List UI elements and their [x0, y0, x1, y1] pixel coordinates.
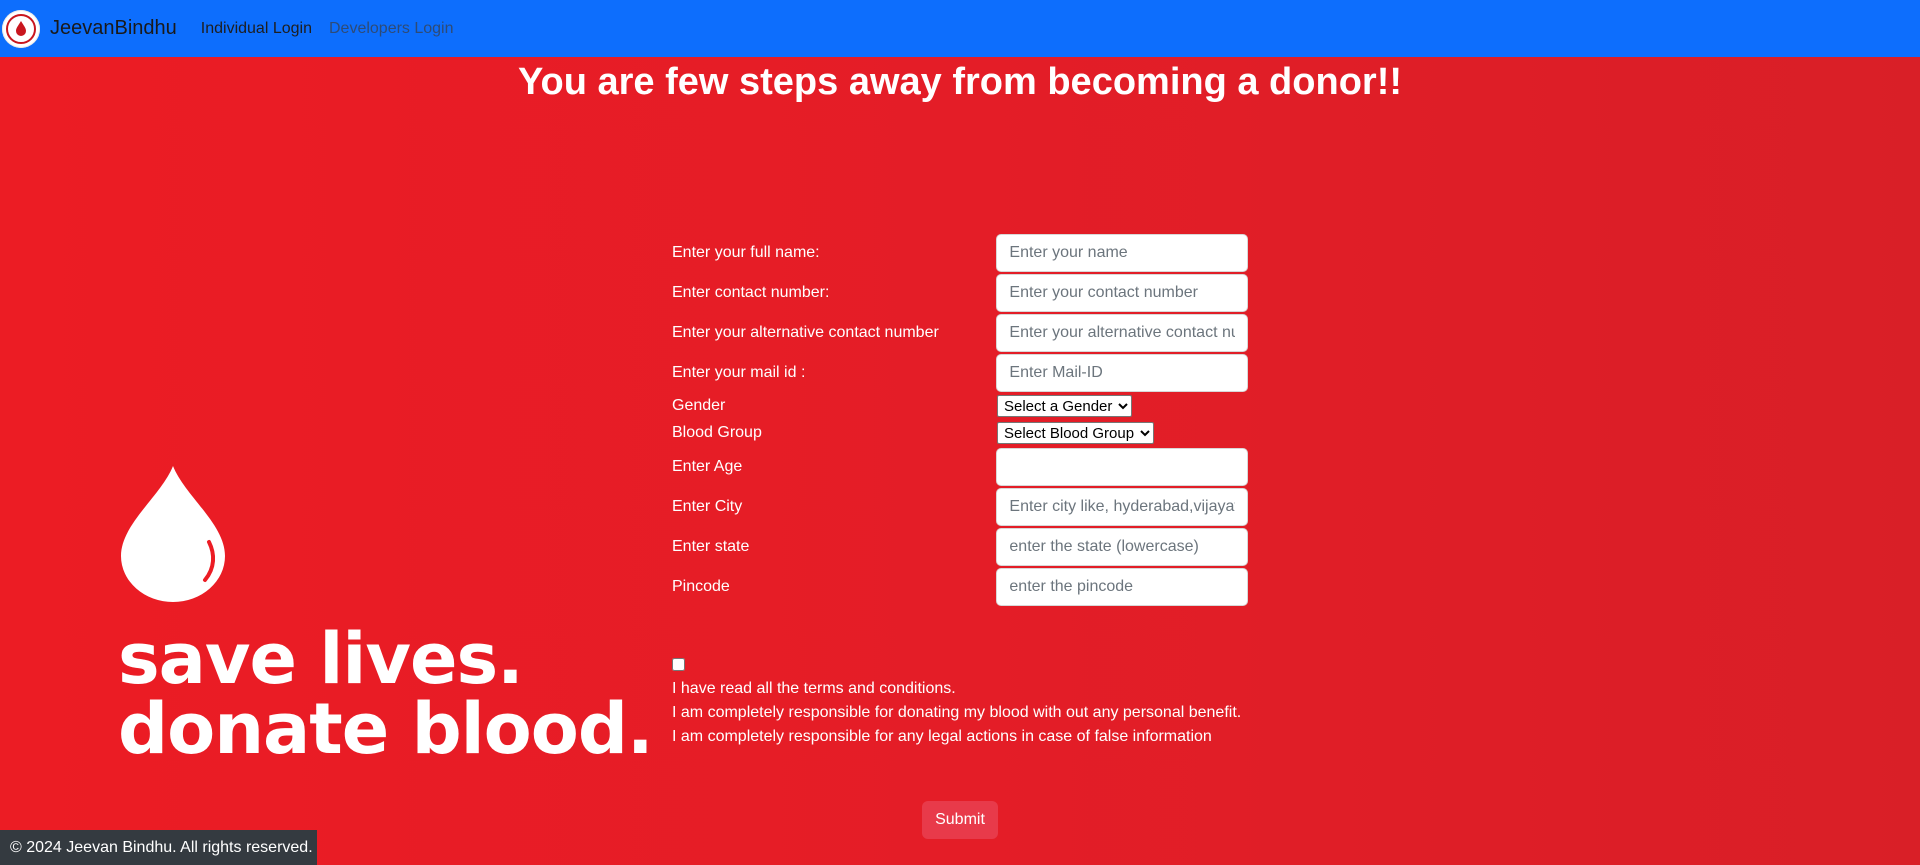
page-title: You are few steps away from becoming a d… [517, 61, 1403, 103]
submit-button[interactable]: Submit [922, 801, 998, 839]
city-input[interactable] [996, 488, 1248, 526]
contact-input[interactable] [996, 274, 1248, 312]
terms-line-1: I have read all the terms and conditions… [672, 680, 956, 697]
contact-label: Enter contact number: [672, 284, 830, 301]
gender-select[interactable]: Select a Gender [997, 395, 1132, 417]
name-label: Enter your full name: [672, 244, 820, 261]
terms-checkbox[interactable] [672, 658, 685, 671]
form-row-blood-group: Blood Group Select Blood Group [672, 422, 1248, 444]
footer: © 2024 Jeevan Bindhu. All rights reserve… [0, 830, 317, 865]
alt-contact-input[interactable] [996, 314, 1248, 352]
mail-input[interactable] [996, 354, 1248, 392]
form-row-contact: Enter contact number: [672, 274, 1248, 312]
navbar: JeevanBindhu Individual Login Developers… [0, 0, 1920, 57]
age-label: Enter Age [672, 458, 743, 475]
form-row-age: Enter Age [672, 448, 1248, 486]
nav-link-developers-login[interactable]: Developers Login [329, 20, 454, 38]
form-row-pincode: Pincode [672, 568, 1248, 606]
alt-contact-label: Enter your alternative contact number [672, 324, 939, 341]
form-row-city: Enter City [672, 488, 1248, 526]
terms-line-3: I am completely responsible for any lega… [672, 728, 1212, 745]
slogan-line-2: donate blood. [118, 688, 654, 770]
form-row-name: Enter your full name: [672, 234, 1248, 272]
form-row-state: Enter state [672, 528, 1248, 566]
brand-name[interactable]: JeevanBindhu [50, 17, 177, 40]
logo-drop-icon [16, 20, 26, 36]
blood-drop-icon [117, 462, 229, 607]
nav-link-individual-login[interactable]: Individual Login [201, 20, 312, 38]
city-label: Enter City [672, 498, 743, 515]
form-row-mail: Enter your mail id : [672, 354, 1248, 392]
blood-group-select[interactable]: Select Blood Group [997, 422, 1154, 444]
form-row-alt-contact: Enter your alternative contact number [672, 314, 1248, 352]
blood-group-label: Blood Group [672, 424, 762, 441]
form-row-gender: Gender Select a Gender [672, 395, 1248, 417]
gender-label: Gender [672, 397, 726, 414]
name-input[interactable] [996, 234, 1248, 272]
terms-line-2: I am completely responsible for donating… [672, 704, 1242, 721]
mail-label: Enter your mail id : [672, 364, 806, 381]
pincode-input[interactable] [996, 568, 1248, 606]
slogan-line-1: save lives. [118, 618, 524, 700]
slogan-graphic: save lives. donate blood. [118, 618, 654, 770]
terms-section: I have read all the terms and conditions… [672, 658, 1241, 749]
age-input[interactable] [996, 448, 1248, 486]
state-input[interactable] [996, 528, 1248, 566]
pincode-label: Pincode [672, 578, 730, 595]
logo-icon[interactable] [2, 9, 40, 48]
state-label: Enter state [672, 538, 750, 555]
logo-ring [6, 13, 36, 44]
